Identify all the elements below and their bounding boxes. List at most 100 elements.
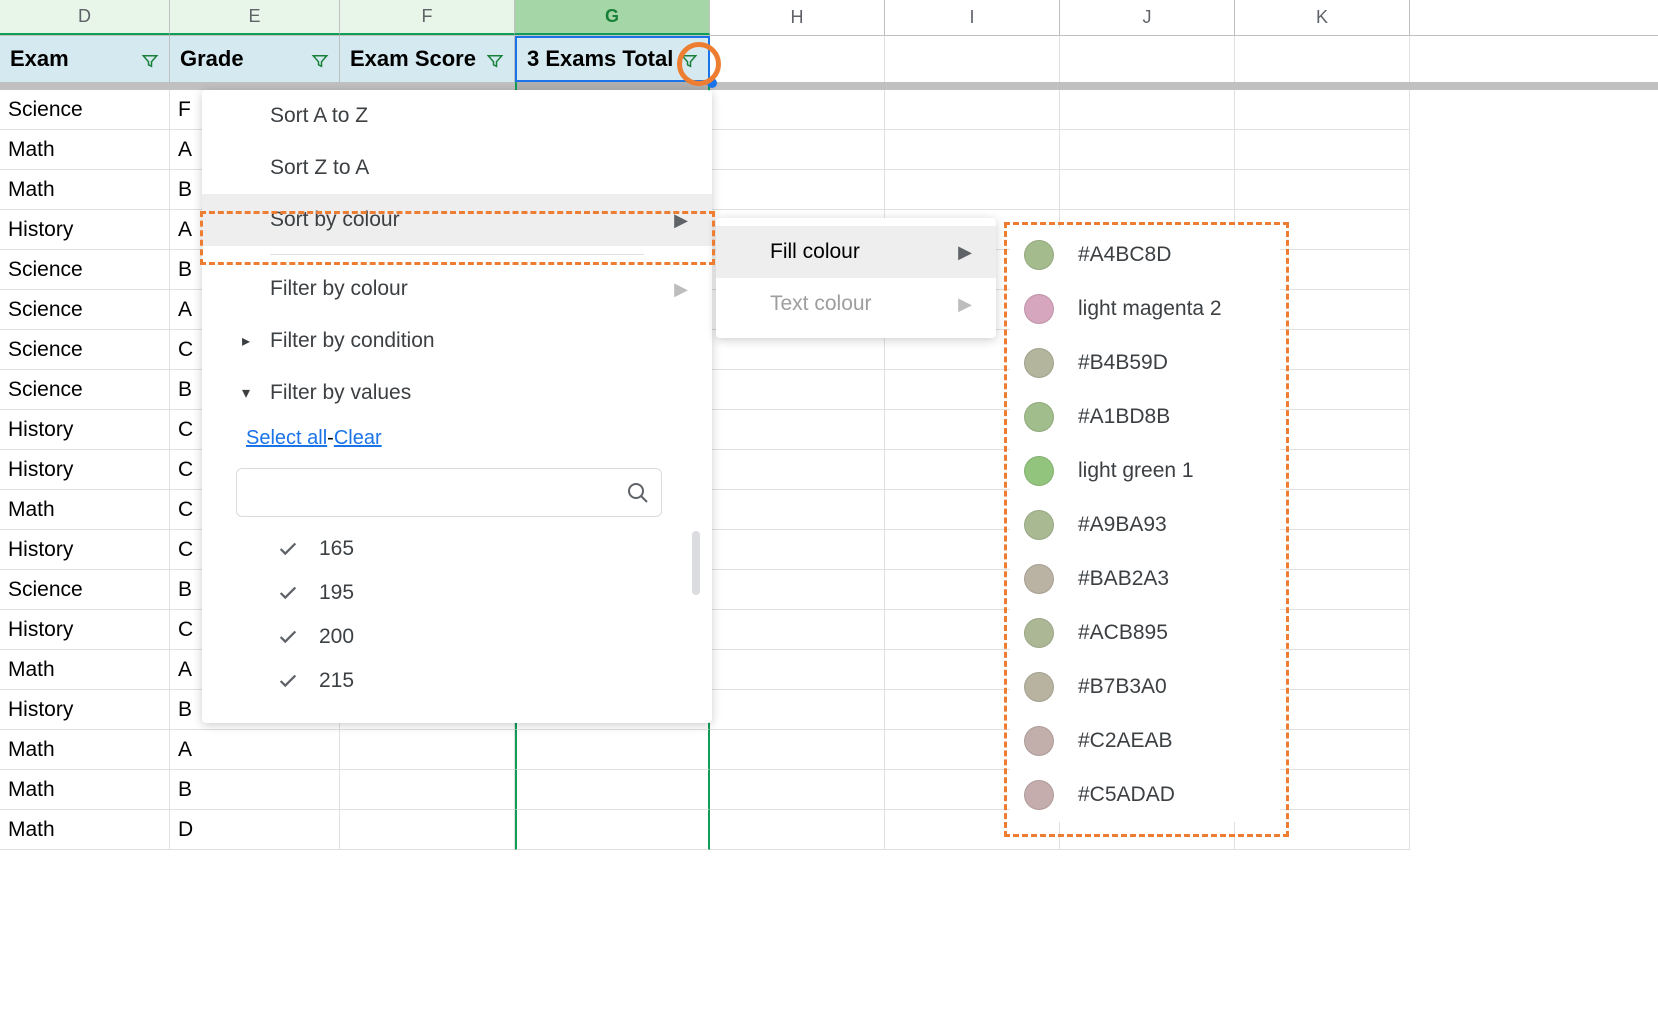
submenu-fill-colour[interactable]: Fill colour ▶	[716, 226, 996, 278]
cell-D[interactable]: History	[0, 410, 170, 450]
cell-J[interactable]	[1060, 170, 1235, 210]
cell-D[interactable]: Math	[0, 490, 170, 530]
cell-H[interactable]	[710, 610, 885, 650]
cell-H[interactable]	[710, 370, 885, 410]
cell-K[interactable]	[1235, 130, 1410, 170]
filter-icon[interactable]	[141, 50, 159, 68]
cell-D[interactable]: Math	[0, 170, 170, 210]
col-header-D[interactable]: D	[0, 0, 170, 35]
cell-D[interactable]: Science	[0, 570, 170, 610]
filter-search-input[interactable]	[236, 468, 662, 517]
cell-D[interactable]: History	[0, 690, 170, 730]
cell-D[interactable]: History	[0, 450, 170, 490]
color-option[interactable]: #A1BD8B	[1010, 390, 1280, 444]
cell-D[interactable]: Science	[0, 290, 170, 330]
cell-H[interactable]	[710, 410, 885, 450]
header-exam-score[interactable]: Exam Score	[340, 36, 515, 82]
header-blank-K[interactable]	[1235, 36, 1410, 82]
cell-D[interactable]: Science	[0, 90, 170, 130]
color-option[interactable]: #ACB895	[1010, 606, 1280, 660]
cell-G[interactable]	[515, 770, 710, 810]
col-header-G[interactable]: G	[515, 0, 710, 35]
menu-filter-by-values[interactable]: ▾Filter by values	[202, 367, 712, 419]
filter-value-item[interactable]: 215	[262, 659, 672, 703]
col-header-K[interactable]: K	[1235, 0, 1410, 35]
header-blank-H[interactable]	[710, 36, 885, 82]
color-option[interactable]: #A4BC8D	[1010, 228, 1280, 282]
cell-E[interactable]: D	[170, 810, 340, 850]
cell-I[interactable]	[885, 90, 1060, 130]
color-option[interactable]: #B7B3A0	[1010, 660, 1280, 714]
cell-D[interactable]: History	[0, 610, 170, 650]
col-header-I[interactable]: I	[885, 0, 1060, 35]
scrollbar-thumb[interactable]	[692, 531, 700, 595]
cell-H[interactable]	[710, 650, 885, 690]
col-header-H[interactable]: H	[710, 0, 885, 35]
color-option[interactable]: #C5ADAD	[1010, 768, 1280, 822]
cell-D[interactable]: History	[0, 210, 170, 250]
header-blank-J[interactable]	[1060, 36, 1235, 82]
cell-K[interactable]	[1235, 170, 1410, 210]
cell-H[interactable]	[710, 730, 885, 770]
cell-H[interactable]	[710, 450, 885, 490]
cell-H[interactable]	[710, 690, 885, 730]
cell-D[interactable]: Math	[0, 650, 170, 690]
selection-handle[interactable]	[707, 78, 717, 88]
cell-H[interactable]	[710, 770, 885, 810]
cell-E[interactable]: A	[170, 730, 340, 770]
menu-filter-by-condition[interactable]: ▸Filter by condition	[202, 315, 712, 367]
cell-I[interactable]	[885, 130, 1060, 170]
clear-link[interactable]: Clear	[334, 427, 382, 449]
menu-sort-a-z[interactable]: Sort A to Z	[202, 90, 712, 142]
cell-D[interactable]: Science	[0, 330, 170, 370]
col-header-E[interactable]: E	[170, 0, 340, 35]
col-header-F[interactable]: F	[340, 0, 515, 35]
cell-E[interactable]: B	[170, 770, 340, 810]
header-3-exams-total[interactable]: 3 Exams Total	[515, 36, 710, 82]
cell-H[interactable]	[710, 170, 885, 210]
cell-D[interactable]: Math	[0, 130, 170, 170]
cell-D[interactable]: Math	[0, 810, 170, 850]
header-grade[interactable]: Grade	[170, 36, 340, 82]
col-header-J[interactable]: J	[1060, 0, 1235, 35]
cell-D[interactable]: Science	[0, 250, 170, 290]
cell-J[interactable]	[1060, 90, 1235, 130]
filter-icon[interactable]	[311, 50, 329, 68]
cell-G[interactable]	[515, 730, 710, 770]
header-exam[interactable]: Exam	[0, 36, 170, 82]
cell-J[interactable]	[1060, 130, 1235, 170]
cell-D[interactable]: History	[0, 530, 170, 570]
cell-D[interactable]: Math	[0, 730, 170, 770]
cell-K[interactable]	[1235, 90, 1410, 130]
cell-D[interactable]: Math	[0, 770, 170, 810]
color-option[interactable]: #BAB2A3	[1010, 552, 1280, 606]
color-option[interactable]: light magenta 2	[1010, 282, 1280, 336]
cell-H[interactable]	[710, 130, 885, 170]
cell-H[interactable]	[710, 570, 885, 610]
filter-value-item[interactable]: 195	[262, 571, 672, 615]
cell-I[interactable]	[885, 170, 1060, 210]
filter-value-item[interactable]: 200	[262, 615, 672, 659]
header-blank-I[interactable]	[885, 36, 1060, 82]
color-option[interactable]: #B4B59D	[1010, 336, 1280, 390]
filter-icon[interactable]	[680, 50, 698, 68]
cell-F[interactable]	[340, 730, 515, 770]
submenu-text-colour[interactable]: Text colour ▶	[716, 278, 996, 330]
cell-F[interactable]	[340, 810, 515, 850]
cell-H[interactable]	[710, 810, 885, 850]
menu-sort-z-a[interactable]: Sort Z to A	[202, 142, 712, 194]
color-option[interactable]: #A9BA93	[1010, 498, 1280, 552]
cell-H[interactable]	[710, 530, 885, 570]
cell-F[interactable]	[340, 770, 515, 810]
menu-filter-by-colour[interactable]: Filter by colour ▶	[202, 263, 712, 315]
cell-G[interactable]	[515, 810, 710, 850]
color-option[interactable]: #C2AEAB	[1010, 714, 1280, 768]
filter-icon[interactable]	[486, 50, 504, 68]
color-option[interactable]: light green 1	[1010, 444, 1280, 498]
cell-H[interactable]	[710, 490, 885, 530]
cell-H[interactable]	[710, 90, 885, 130]
filter-value-item[interactable]: 165	[262, 527, 672, 571]
select-all-link[interactable]: Select all	[246, 427, 327, 449]
menu-sort-by-colour[interactable]: Sort by colour ▶	[202, 194, 712, 246]
cell-D[interactable]: Science	[0, 370, 170, 410]
